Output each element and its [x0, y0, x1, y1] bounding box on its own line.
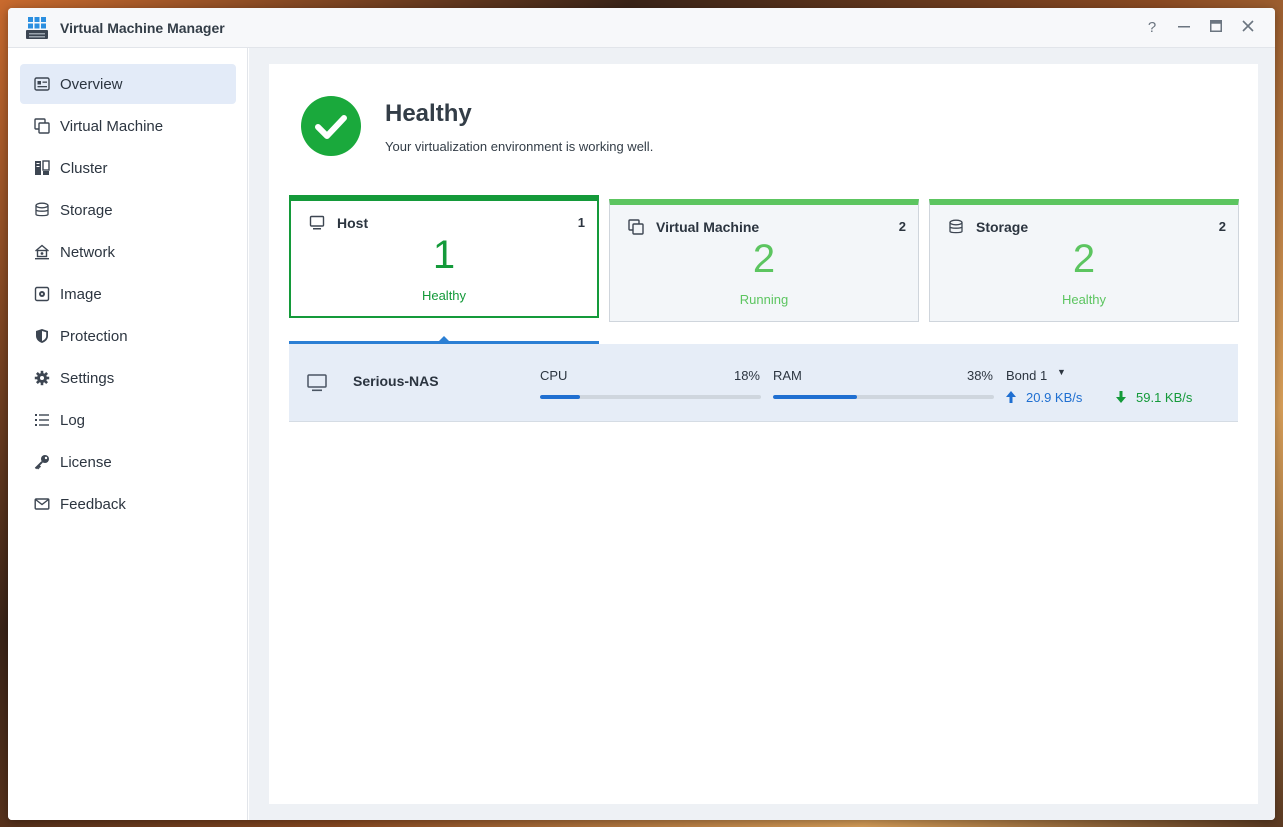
sidebar-item-log[interactable]: Log [20, 400, 236, 440]
monitor-icon [309, 215, 325, 230]
cpu-value: 18% [733, 368, 760, 383]
check-icon [301, 96, 361, 156]
sidebar-item-label: Settings [60, 370, 115, 387]
sidebar-item-image[interactable]: Image [20, 274, 236, 314]
sidebar-item-virtual-machine[interactable]: Virtual Machine [20, 106, 236, 146]
virtual-machine-icon [628, 219, 644, 235]
sidebar-item-feedback[interactable]: Feedback [20, 484, 236, 524]
ram-usage-bar [773, 395, 994, 399]
overview-panel: Healthy Your virtualization environment … [269, 64, 1258, 804]
virtual-machine-icon [34, 118, 50, 134]
monitor-icon [307, 374, 327, 392]
storage-card[interactable]: Storage 2 2 Healthy [929, 199, 1239, 322]
app-window: Virtual Machine Manager ? Overview Virtu… [8, 8, 1275, 820]
health-status-description: Your virtualization environment is worki… [385, 139, 654, 154]
health-status-title: Healthy [385, 100, 472, 127]
sidebar-item-label: Virtual Machine [60, 118, 164, 135]
window-title: Virtual Machine Manager [60, 20, 225, 36]
close-icon [1242, 20, 1254, 32]
maximize-icon [1210, 20, 1222, 32]
download-arrow-icon [1116, 391, 1126, 403]
upload-speed: 20.9 KB/s [1026, 390, 1083, 405]
sidebar-item-label: Feedback [60, 496, 126, 513]
overview-icon [34, 77, 50, 91]
card-count: 1 [577, 215, 585, 230]
card-count: 2 [1218, 219, 1226, 234]
sidebar-item-cluster[interactable]: Cluster [20, 148, 236, 188]
shield-icon [36, 329, 48, 343]
storage-icon [35, 202, 49, 217]
sidebar: Overview Virtual Machine Cluster Storage… [8, 48, 248, 820]
host-name: Serious-NAS [353, 373, 439, 389]
network-interface-select[interactable]: Bond 1 [1006, 368, 1047, 383]
sidebar-item-label: Log [60, 412, 86, 429]
card-status: Running [739, 292, 789, 307]
title-bar: Virtual Machine Manager ? [8, 8, 1275, 48]
network-icon [35, 244, 49, 260]
card-big-number: 2 [1072, 237, 1096, 281]
sidebar-item-settings[interactable]: Settings [20, 358, 236, 398]
chevron-down-icon[interactable]: ▼ [1057, 367, 1066, 377]
card-status: Healthy [421, 288, 467, 303]
key-icon [34, 455, 49, 470]
host-row[interactable]: Serious-NAS CPU 18% RAM 38% Bond 1 ▼ 20.… [289, 344, 1238, 422]
upload-arrow-icon [1006, 391, 1016, 403]
card-status: Healthy [1061, 292, 1107, 307]
card-count: 2 [898, 219, 906, 234]
sidebar-item-label: Cluster [60, 160, 108, 177]
host-card[interactable]: Host 1 1 Healthy [289, 195, 599, 318]
ram-usage-fill [773, 395, 857, 399]
cpu-usage-fill [540, 395, 580, 399]
sidebar-item-label: License [60, 454, 112, 471]
maximize-button[interactable] [1206, 18, 1226, 38]
card-title: Storage [976, 219, 1029, 235]
gear-icon [34, 370, 50, 386]
help-button[interactable]: ? [1142, 18, 1162, 38]
sidebar-item-label: Overview [60, 76, 123, 93]
close-button[interactable] [1238, 18, 1258, 38]
minimize-button[interactable] [1174, 18, 1194, 38]
sidebar-item-network[interactable]: Network [20, 232, 236, 272]
app-icon [26, 17, 48, 39]
cpu-usage-bar [540, 395, 761, 399]
card-big-number: 2 [752, 237, 776, 281]
sidebar-item-overview[interactable]: Overview [20, 64, 236, 104]
list-icon [35, 414, 49, 426]
sidebar-item-label: Storage [60, 202, 113, 219]
sidebar-item-protection[interactable]: Protection [20, 316, 236, 356]
card-big-number: 1 [432, 233, 456, 277]
card-title: Host [337, 215, 369, 231]
sidebar-item-storage[interactable]: Storage [20, 190, 236, 230]
download-speed: 59.1 KB/s [1136, 390, 1193, 405]
cluster-icon [35, 160, 50, 175]
sidebar-item-label: Network [60, 244, 116, 261]
storage-icon [949, 219, 963, 234]
card-title: Virtual Machine [656, 219, 760, 235]
minimize-icon [1178, 26, 1190, 28]
sidebar-item-label: Image [60, 286, 102, 303]
sidebar-item-label: Protection [60, 328, 128, 345]
main-content: Healthy Your virtualization environment … [249, 48, 1275, 820]
ram-label: RAM [773, 368, 802, 383]
mail-icon [34, 498, 50, 510]
cpu-label: CPU [540, 368, 568, 383]
image-icon [34, 286, 50, 302]
ram-value: 38% [966, 368, 993, 383]
virtual-machine-card[interactable]: Virtual Machine 2 2 Running [609, 199, 919, 322]
sidebar-item-license[interactable]: License [20, 442, 236, 482]
